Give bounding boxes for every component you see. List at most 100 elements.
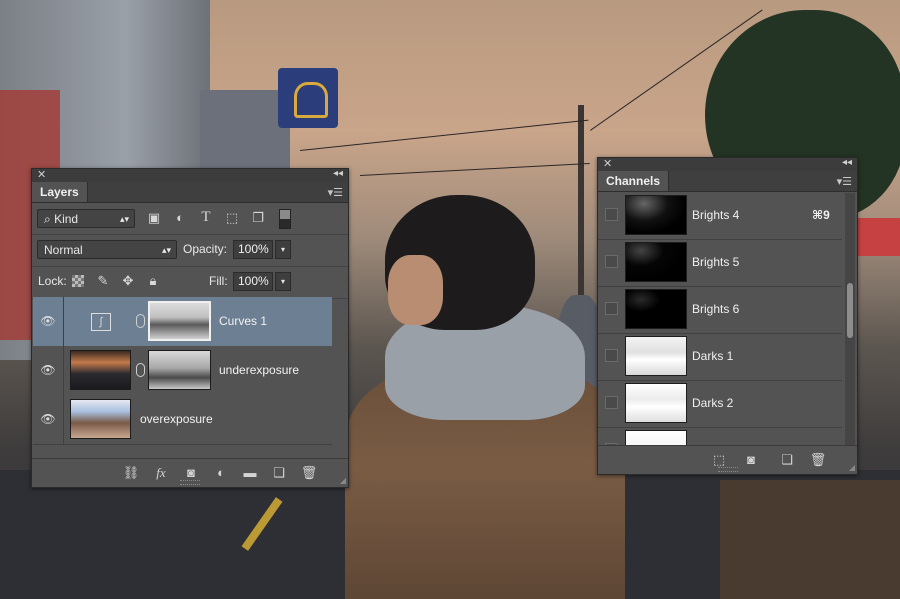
panel-menu-icon[interactable]: ▾☰: [837, 175, 852, 188]
channels-scrollbar[interactable]: [845, 193, 855, 456]
channel-visibility-checkbox[interactable]: [605, 396, 618, 409]
tab-channels[interactable]: Channels: [598, 171, 670, 191]
link-chain-icon[interactable]: [136, 363, 145, 377]
channel-row[interactable]: Brights 6: [598, 286, 842, 334]
type-filter-icon[interactable]: T: [198, 209, 214, 225]
blend-mode-label: Normal: [44, 243, 83, 257]
fx-icon[interactable]: fx: [152, 464, 170, 482]
panel-tabbar: Layers ▾☰: [32, 182, 348, 203]
lock-all-icon[interactable]: 🔒︎: [145, 273, 161, 289]
trash-icon[interactable]: 🗑︎: [300, 464, 318, 482]
layer-image-thumbnail[interactable]: [70, 350, 131, 390]
resize-grip[interactable]: [717, 467, 738, 472]
link-layers-icon[interactable]: ⛓︎: [122, 464, 140, 482]
fill-input[interactable]: 100%: [233, 272, 273, 291]
filter-row: ⌕ Kind ▴▾ ▣ ◐ T ⬚ ❐: [32, 203, 348, 235]
filter-kind-dropdown[interactable]: ⌕ Kind ▴▾: [37, 209, 135, 228]
eye-icon[interactable]: 👁︎: [33, 346, 64, 395]
new-adjustment-icon[interactable]: ◐: [212, 464, 230, 482]
panel-tabbar: Channels ▾☰: [598, 171, 857, 192]
lock-position-move-icon[interactable]: ✥: [120, 273, 136, 289]
layer-row-underexposure[interactable]: 👁︎ underexposure: [33, 346, 332, 396]
opacity-slider-button[interactable]: ▾: [275, 240, 291, 259]
panel-titlebar[interactable]: ✕ ◂◂: [598, 157, 857, 171]
blend-mode-dropdown[interactable]: Normal ▴▾: [37, 240, 177, 259]
layer-name[interactable]: underexposure: [219, 346, 299, 395]
channels-footer: ⬚ ◙ ❏ 🗑︎ ◢: [598, 445, 857, 474]
adjustment-filter-icon[interactable]: ◐: [172, 210, 188, 226]
close-icon[interactable]: ✕: [37, 168, 46, 181]
link-chain-icon[interactable]: [136, 314, 145, 328]
layer-mask-thumbnail[interactable]: [148, 350, 211, 390]
save-selection-icon[interactable]: ◙: [742, 451, 760, 469]
chevron-updown-icon: ▴▾: [119, 214, 129, 224]
layers-panel: ✕ ◂◂ Layers ▾☰ ⌕ Kind ▴▾ ▣ ◐ T ⬚ ❐ Norma…: [31, 168, 349, 488]
channel-row[interactable]: Darks 2: [598, 380, 842, 428]
resize-grip[interactable]: [180, 480, 200, 485]
background-wire: [360, 162, 590, 176]
lock-row: Lock: ✎ ✥ 🔒︎ Fill: 100% ▾: [32, 267, 348, 299]
channel-row[interactable]: Darks 1: [598, 333, 842, 381]
trash-icon[interactable]: 🗑︎: [809, 451, 827, 469]
layer-name[interactable]: Curves 1: [219, 297, 267, 346]
channel-thumbnail: [625, 336, 687, 376]
collapse-icon[interactable]: ◂◂: [842, 157, 852, 168]
layer-mask-thumbnail[interactable]: [148, 301, 211, 341]
layer-row-curves[interactable]: 👁︎ ∫ Curves 1: [33, 297, 332, 347]
tab-layers[interactable]: Layers: [32, 182, 88, 202]
channel-row[interactable]: Brights 4 ⌘9: [598, 192, 842, 240]
new-channel-icon[interactable]: ❏: [778, 451, 796, 469]
search-icon: ⌕: [44, 212, 51, 226]
layer-image-thumbnail[interactable]: [70, 399, 131, 439]
background-building: [200, 90, 290, 170]
channel-row[interactable]: Darks 3: [598, 427, 842, 446]
image-filter-icon[interactable]: ▣: [146, 210, 162, 226]
filter-toggle-switch[interactable]: [279, 209, 291, 229]
eye-icon[interactable]: 👁︎: [33, 297, 64, 346]
scrollbar-thumb[interactable]: [847, 283, 853, 338]
background-sign: [278, 68, 338, 128]
new-group-folder-icon[interactable]: ▬: [241, 464, 259, 482]
lock-transparent-icon[interactable]: [72, 275, 84, 287]
channel-visibility-checkbox[interactable]: [605, 349, 618, 362]
layers-footer: ⛓︎ fx ◙ ◐ ▬ ❏ 🗑︎ ◢: [32, 458, 348, 487]
opacity-input[interactable]: 100%: [233, 240, 273, 259]
background-market-stall: [720, 480, 900, 599]
channels-list: Brights 4 ⌘9 Brights 5 Brights 6 Darks 1…: [598, 192, 844, 446]
channel-visibility-checkbox[interactable]: [605, 255, 618, 268]
channel-row[interactable]: Brights 5: [598, 239, 842, 287]
eye-icon[interactable]: 👁︎: [33, 395, 64, 444]
lock-label: Lock:: [38, 274, 67, 288]
resize-corner-icon[interactable]: ◢: [340, 476, 346, 485]
chevron-updown-icon: ▴▾: [161, 245, 171, 255]
curves-adjustment-icon: ∫: [91, 313, 111, 331]
channel-name: Brights 5: [692, 255, 740, 269]
channel-thumbnail: [625, 430, 687, 446]
shape-filter-icon[interactable]: ⬚: [224, 210, 240, 226]
background-utility-pole: [578, 105, 584, 305]
channel-thumbnail: [625, 195, 687, 235]
channel-visibility-checkbox[interactable]: [605, 208, 618, 221]
layers-list: 👁︎ ∫ Curves 1 👁︎ underexposure 👁︎ overex…: [32, 297, 332, 455]
filter-kind-label: Kind: [54, 212, 79, 226]
close-icon[interactable]: ✕: [603, 157, 612, 170]
panel-menu-icon[interactable]: ▾☰: [328, 186, 343, 199]
resize-corner-icon[interactable]: ◢: [849, 463, 855, 472]
blend-row: Normal ▴▾ Opacity: 100% ▾: [32, 235, 348, 267]
smart-object-filter-icon[interactable]: ❐: [250, 210, 266, 226]
channel-visibility-checkbox[interactable]: [605, 302, 618, 315]
channel-name: Brights 6: [692, 302, 740, 316]
opacity-label: Opacity:: [183, 242, 228, 256]
new-layer-icon[interactable]: ❏: [270, 464, 288, 482]
channel-name: Brights 4: [692, 208, 740, 222]
layer-row-overexposure[interactable]: 👁︎ overexposure: [33, 395, 332, 445]
channel-name: Darks 2: [692, 396, 734, 410]
layer-name[interactable]: overexposure: [140, 395, 213, 444]
channels-panel: ✕ ◂◂ Channels ▾☰ Brights 4 ⌘9 Brights 5 …: [597, 157, 858, 475]
collapse-icon[interactable]: ◂◂: [333, 168, 343, 179]
channel-shortcut: ⌘9: [812, 208, 830, 222]
fill-label: Fill:: [209, 274, 228, 288]
panel-titlebar[interactable]: ✕ ◂◂: [32, 168, 348, 182]
lock-pixels-brush-icon[interactable]: ✎: [95, 273, 111, 289]
fill-slider-button[interactable]: ▾: [275, 272, 291, 291]
